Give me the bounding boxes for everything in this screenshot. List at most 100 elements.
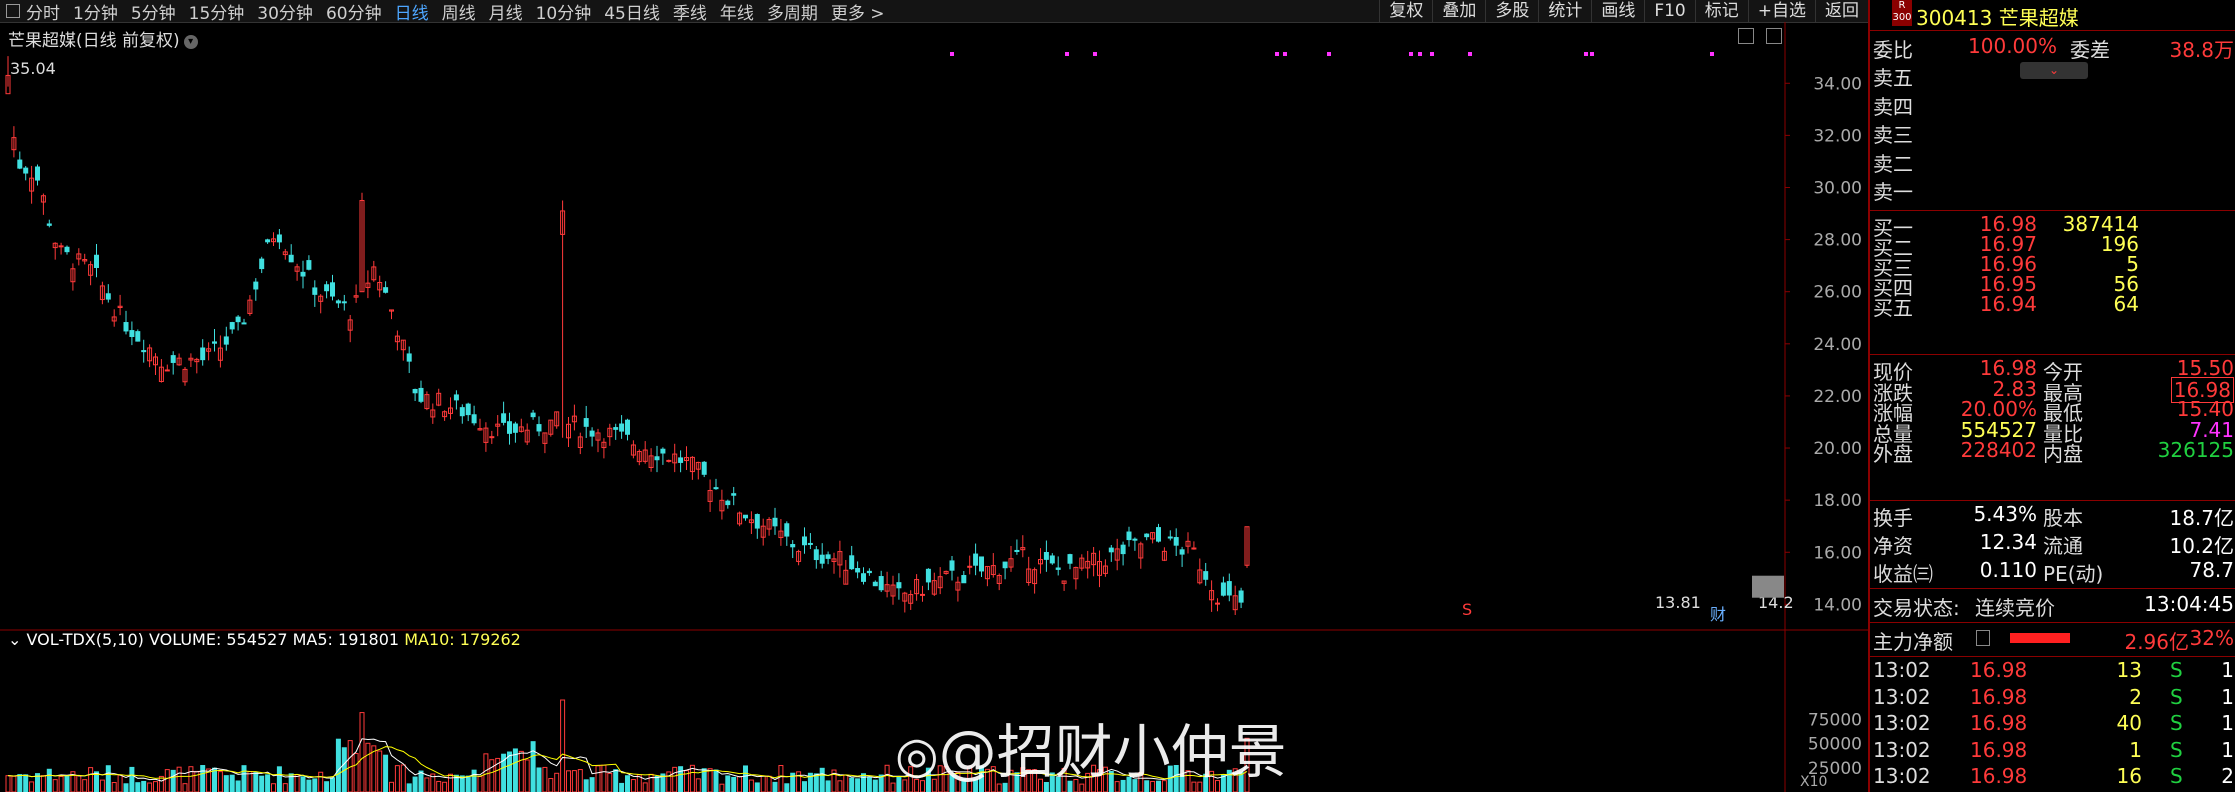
volume-bar: [448, 773, 453, 792]
event-dot: [1430, 52, 1434, 56]
volume-bar: [141, 780, 147, 792]
period-tab[interactable]: 10分钟: [536, 4, 592, 24]
badge-top: R: [1898, 0, 1906, 11]
quote-value: 326125: [2157, 438, 2234, 462]
candle-body: [1226, 581, 1232, 596]
volume-bar: [577, 769, 583, 792]
weibi-value: 100.00%: [1968, 34, 2057, 58]
volume-bar: [377, 750, 383, 792]
volume-bar: [861, 773, 866, 792]
candle-body: [973, 553, 979, 566]
volume-bar: [471, 769, 477, 792]
volume-bar: [105, 765, 111, 792]
period-tab[interactable]: 30分钟: [257, 4, 313, 24]
candle-body: [1215, 602, 1220, 605]
buy-level-row[interactable]: 买一 16.98 387414: [1870, 212, 2235, 240]
buy-level-volume: 64: [2113, 292, 2139, 316]
toolbar-button[interactable]: 叠加: [1432, 0, 1485, 22]
toolbar-button[interactable]: 画线: [1591, 0, 1644, 22]
tick-row: 13:02 16.98 13 S 1: [1870, 658, 2235, 686]
toolbar-button[interactable]: 返回: [1815, 0, 1868, 22]
event-dot: [1093, 52, 1097, 56]
volume-chevron-icon[interactable]: ⌄: [8, 630, 27, 649]
y-tick-label: 26.00: [1813, 283, 1862, 303]
tick-price: 16.98: [1970, 658, 2028, 682]
candle-body: [1132, 538, 1138, 541]
tick-volume: 1: [2129, 737, 2142, 762]
volume-bar: [695, 778, 701, 792]
toolbar-button[interactable]: 标记: [1694, 0, 1748, 22]
buy-level-row[interactable]: 买二 16.97 196: [1870, 232, 2235, 260]
volume-bar: [813, 773, 819, 792]
volume-bar: [843, 774, 849, 792]
buy-level-row[interactable]: 买三 16.96 5: [1870, 252, 2235, 280]
collapse-button[interactable]: ⌄: [2020, 62, 2088, 79]
candle-body: [94, 254, 99, 268]
buy-level-row[interactable]: 买五 16.94 64: [1870, 292, 2235, 320]
volume-bar: [518, 750, 524, 792]
period-tab[interactable]: 月线: [489, 4, 523, 24]
volume-bar: [335, 738, 341, 792]
candlestick-chart[interactable]: 34.00 32.00 30.00 28.00 26.00 24.00 22.00 20.00…: [0, 22, 1868, 792]
period-tab[interactable]: 60分钟: [326, 4, 382, 24]
volume-bar: [754, 782, 760, 792]
volume-bar: [271, 783, 276, 792]
period-tab[interactable]: 周线: [442, 4, 476, 24]
period-tab[interactable]: 分时: [26, 4, 60, 24]
candle-body: [164, 369, 170, 372]
candle-body: [135, 331, 141, 342]
volume-bar: [176, 766, 182, 792]
flow-bar: [2010, 633, 2070, 643]
y-tick-label: 28.00: [1813, 231, 1862, 251]
candle-body: [1002, 561, 1008, 569]
volume-bar: [524, 759, 530, 792]
tick-row: 13:02 16.98 1 S 1: [1870, 738, 2235, 766]
event-dot: [1590, 52, 1594, 56]
volume-bar: [400, 764, 406, 792]
toolbar-button[interactable]: 复权: [1379, 0, 1432, 22]
volume-bar: [17, 774, 23, 792]
finance-event-marker: 财: [1710, 605, 1726, 624]
period-tab[interactable]: 日线: [395, 4, 429, 24]
sell-level-label: 卖一: [1873, 180, 1913, 204]
volume-bar: [489, 759, 495, 792]
volume-bar: [512, 748, 518, 792]
period-tab[interactable]: 45日线: [604, 4, 660, 24]
period-tab[interactable]: 年线: [720, 4, 754, 24]
candle-body: [406, 353, 412, 362]
volume-bar: [802, 781, 807, 792]
tick-side: S: [2170, 658, 2183, 682]
panel-toggle-icon[interactable]: [6, 4, 20, 18]
period-tab[interactable]: 5分钟: [131, 4, 176, 24]
volume-bar: [229, 774, 235, 792]
candle-body: [1043, 552, 1049, 560]
buy-level-row[interactable]: 买四 16.95 56: [1870, 272, 2235, 300]
flow-detail-icon[interactable]: [1976, 630, 1990, 646]
event-dot: [1710, 52, 1714, 56]
period-tab[interactable]: 季线: [673, 4, 707, 24]
volume-bar: [164, 769, 170, 792]
toolbar-button[interactable]: 多股: [1485, 0, 1538, 22]
volume-bar: [595, 765, 601, 792]
candle-body: [241, 322, 247, 325]
toolbar-button[interactable]: F10: [1644, 0, 1694, 22]
candle-body: [1067, 554, 1073, 564]
period-tab[interactable]: 15分钟: [189, 4, 245, 24]
quote-row: 现价 16.98 今开 15.50: [1870, 356, 2235, 384]
period-tab[interactable]: 1分钟: [73, 4, 118, 24]
volume-bar: [235, 780, 241, 792]
candle-body: [200, 347, 206, 361]
toolbar-button[interactable]: +自选: [1747, 0, 1815, 22]
quote-row: 外盘 228402 内盘 326125: [1870, 438, 2235, 466]
volume-bar: [707, 768, 713, 792]
volume-bar: [5, 775, 11, 792]
volume-bar: [188, 766, 194, 792]
y-tick-label: 20.00: [1813, 439, 1862, 459]
toolbar-button[interactable]: 统计: [1538, 0, 1591, 22]
volume-bar: [465, 775, 471, 792]
candle-body: [507, 421, 512, 434]
fundamental-label: 收益㈢: [1873, 562, 1933, 586]
volume-bar: [619, 782, 625, 792]
period-tab[interactable]: 更多 >: [831, 4, 885, 24]
period-tab[interactable]: 多周期: [767, 4, 818, 24]
